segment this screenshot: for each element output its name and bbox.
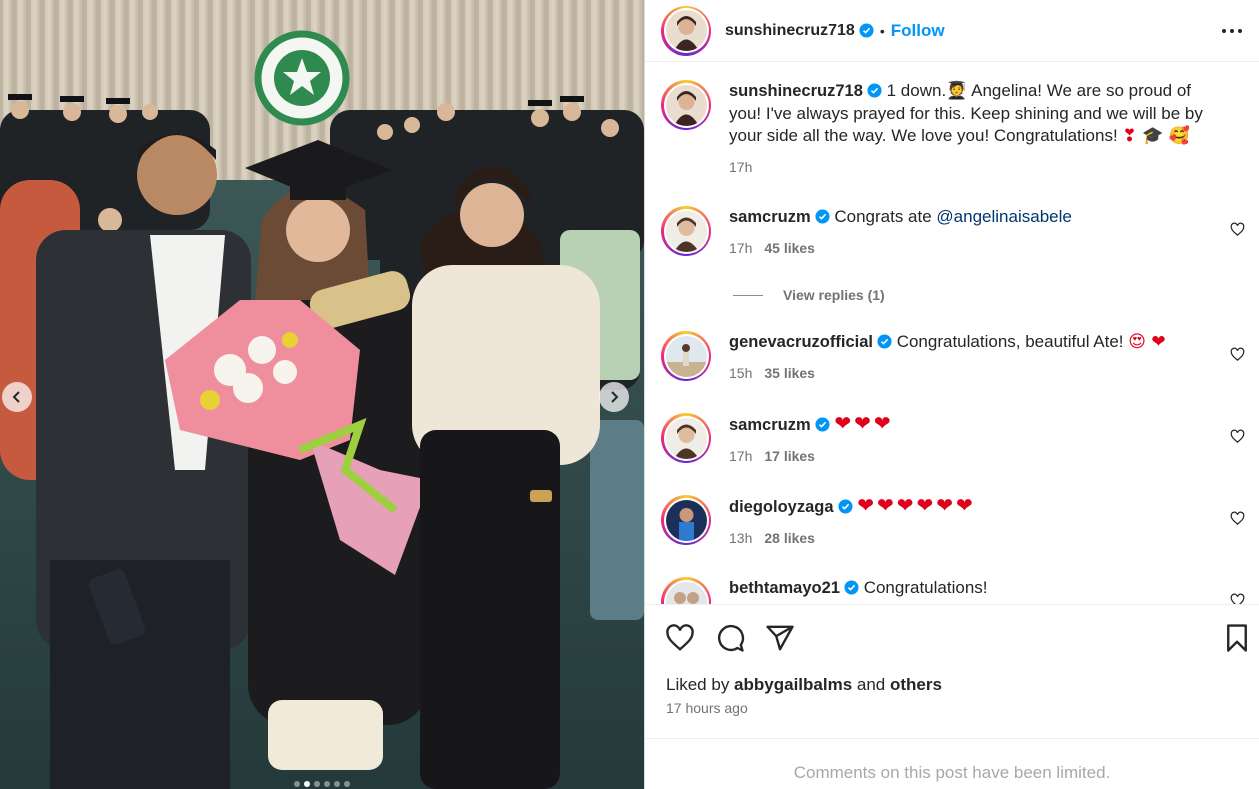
like-comment-heart-icon[interactable] bbox=[1230, 347, 1245, 362]
comment-bubble-icon[interactable] bbox=[715, 623, 745, 653]
carousel-dot bbox=[344, 781, 350, 787]
comment-username[interactable]: diegoloyzaga bbox=[729, 498, 834, 516]
comment-text: Congratulations, beautiful Ate! bbox=[896, 332, 1129, 351]
graduate-emoji-icon: 🧑‍🎓 bbox=[946, 81, 968, 101]
comment-time[interactable]: 13h bbox=[729, 530, 752, 546]
chevron-left-icon bbox=[12, 391, 20, 403]
comment-emojis: ❤❤❤ bbox=[834, 413, 894, 435]
liked-by-user[interactable]: abbygailbalms bbox=[734, 675, 852, 694]
like-heart-icon[interactable] bbox=[665, 623, 695, 653]
avatar-photo bbox=[665, 335, 707, 377]
view-replies-button[interactable]: View replies (1) bbox=[733, 287, 885, 303]
comment-item: genevacruzofficial Congratulations, beau… bbox=[661, 331, 1245, 381]
comment-username[interactable]: sunshinecruz718 bbox=[729, 82, 863, 100]
like-comment-heart-icon[interactable] bbox=[1230, 593, 1245, 604]
comment-item: bethtamayo21 Congratulations! bbox=[661, 577, 1245, 604]
comment-text: Congrats ate bbox=[834, 207, 937, 226]
comment-item: samcruzm Congrats ate @angelinaisabele 1… bbox=[661, 206, 1245, 256]
carousel-dot bbox=[294, 781, 300, 787]
liked-by-summary: Liked by abbygailbalms and others bbox=[666, 675, 942, 695]
caption: sunshinecruz718 1 down.🧑‍🎓 Angelina! We … bbox=[661, 80, 1241, 175]
verified-badge-icon bbox=[815, 209, 830, 224]
post-details-panel: sunshinecruz718 • Follow sunshinecruz718… bbox=[644, 0, 1259, 789]
commenter-avatar[interactable] bbox=[661, 206, 711, 256]
post-actions: Liked by abbygailbalms and others 17 hou… bbox=[645, 604, 1259, 739]
comment-item: samcruzm ❤❤❤ 17h 17 likes bbox=[661, 413, 1245, 464]
comment-username[interactable]: bethtamayo21 bbox=[729, 579, 840, 597]
comments-list[interactable]: sunshinecruz718 1 down.🧑‍🎓 Angelina! We … bbox=[645, 63, 1259, 604]
commenter-avatar[interactable] bbox=[661, 495, 711, 545]
comment-time[interactable]: 15h bbox=[729, 365, 752, 381]
caption-text-start: 1 down. bbox=[886, 81, 947, 100]
comment-username[interactable]: samcruzm bbox=[729, 416, 811, 434]
comment-likes[interactable]: 45 likes bbox=[764, 240, 815, 256]
next-photo-button[interactable] bbox=[599, 382, 629, 412]
comment-time[interactable]: 17h bbox=[729, 240, 752, 256]
comment-time[interactable]: 17h bbox=[729, 448, 752, 464]
comment-item: diegoloyzaga ❤❤❤❤❤❤ 13h 28 likes bbox=[661, 495, 1245, 546]
caption-time[interactable]: 17h bbox=[729, 159, 752, 175]
caption-emojis: ❣ 🎓 🥰 bbox=[1122, 126, 1190, 146]
view-replies-label: View replies (1) bbox=[783, 287, 885, 303]
avatar-photo bbox=[665, 499, 707, 541]
comment-username[interactable]: samcruzm bbox=[729, 208, 811, 226]
previous-photo-button[interactable] bbox=[2, 382, 32, 412]
post-photo[interactable] bbox=[0, 0, 644, 789]
save-bookmark-icon[interactable] bbox=[1222, 623, 1252, 653]
carousel-dot bbox=[324, 781, 330, 787]
avatar-photo bbox=[665, 210, 707, 252]
author-avatar[interactable] bbox=[661, 5, 711, 56]
comment-text: Congratulations! bbox=[863, 578, 988, 597]
carousel-dot bbox=[334, 781, 340, 787]
commenter-avatar[interactable] bbox=[661, 331, 711, 381]
verified-badge-icon bbox=[877, 334, 892, 349]
post-timestamp[interactable]: 17 hours ago bbox=[666, 700, 748, 716]
comment-username[interactable]: genevacruzofficial bbox=[729, 333, 873, 351]
liked-by-prefix: Liked by bbox=[666, 675, 735, 694]
carousel-indicator bbox=[0, 781, 644, 787]
liked-by-others[interactable]: others bbox=[890, 675, 942, 694]
like-comment-heart-icon[interactable] bbox=[1230, 429, 1245, 444]
verified-badge-icon bbox=[844, 580, 859, 595]
graduation-photo bbox=[0, 0, 644, 789]
comment-emojis: 😍 ❤ bbox=[1128, 332, 1166, 352]
avatar-photo bbox=[665, 10, 707, 51]
avatar-photo bbox=[665, 84, 707, 126]
chevron-right-icon bbox=[611, 391, 619, 403]
verified-badge-icon bbox=[867, 83, 882, 98]
more-horizontal-icon bbox=[1222, 29, 1242, 33]
carousel-dot bbox=[314, 781, 320, 787]
avatar-photo bbox=[665, 417, 707, 459]
replies-divider bbox=[733, 294, 763, 296]
like-comment-heart-icon[interactable] bbox=[1230, 222, 1245, 237]
more-options-button[interactable] bbox=[1221, 20, 1243, 42]
comment-emojis: ❤❤❤❤❤❤ bbox=[857, 495, 976, 517]
follow-button[interactable]: Follow bbox=[891, 21, 945, 41]
commenter-avatar[interactable] bbox=[661, 577, 711, 604]
verified-badge-icon bbox=[859, 23, 874, 38]
verified-badge-icon bbox=[815, 417, 830, 432]
carousel-dot-active bbox=[304, 781, 310, 787]
verified-badge-icon bbox=[838, 499, 853, 514]
author-username[interactable]: sunshinecruz718 bbox=[725, 22, 855, 40]
comments-limited-notice: Comments on this post have been limited. bbox=[793, 763, 1111, 782]
comment-likes[interactable]: 28 likes bbox=[764, 530, 815, 546]
liked-by-middle: and bbox=[852, 675, 890, 694]
separator-dot: • bbox=[879, 22, 885, 39]
commenter-avatar[interactable] bbox=[661, 413, 711, 463]
avatar-photo bbox=[665, 581, 707, 604]
share-send-icon[interactable] bbox=[765, 623, 795, 653]
post-header: sunshinecruz718 • Follow bbox=[645, 0, 1259, 62]
author-avatar[interactable] bbox=[661, 80, 711, 130]
like-comment-heart-icon[interactable] bbox=[1230, 511, 1245, 526]
comment-likes[interactable]: 17 likes bbox=[764, 448, 815, 464]
mention-link[interactable]: @angelinaisabele bbox=[936, 207, 1071, 226]
comment-likes[interactable]: 35 likes bbox=[764, 365, 815, 381]
